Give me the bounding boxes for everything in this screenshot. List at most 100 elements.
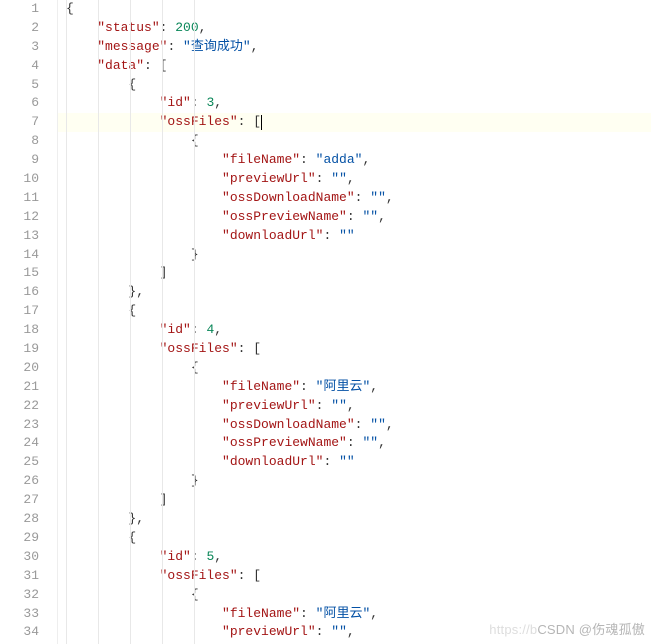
code-line[interactable]: "downloadUrl": "" [66,227,651,246]
line-number: 34 [0,623,39,642]
code-line[interactable]: "message": "查询成功", [66,38,651,57]
token-key: "previewUrl" [222,624,316,639]
token-ws [66,417,222,432]
code-line[interactable]: "ossPreviewName": "", [66,434,651,453]
code-line[interactable]: "ossFiles": [ [66,340,651,359]
token-str: "" [362,209,378,224]
code-line[interactable]: "previewUrl": "", [66,170,651,189]
token-key: "id" [160,549,191,564]
line-number: 8 [0,132,39,151]
token-punc: : [ [238,341,261,356]
token-punc: : [355,190,371,205]
code-line[interactable]: ] [66,491,651,510]
code-line[interactable]: "fileName": "adda", [66,151,651,170]
token-str: "" [331,398,347,413]
token-punc: , [378,209,386,224]
token-ws [66,549,160,564]
token-punc: , [370,379,378,394]
token-punc: : [ [238,568,261,583]
code-line[interactable]: "data": [ [66,57,651,76]
token-punc: , [347,398,355,413]
token-key: "data" [97,58,144,73]
code-line[interactable]: ] [66,264,651,283]
line-number: 29 [0,529,39,548]
token-punc: : [347,209,363,224]
token-punc: : [316,171,332,186]
token-punc: : [167,39,183,54]
token-punc: : [ [144,58,167,73]
code-line[interactable]: { [66,302,651,321]
line-number: 10 [0,170,39,189]
token-key: "status" [97,20,159,35]
code-line[interactable]: "id": 4, [66,321,651,340]
code-line[interactable]: "downloadUrl": "" [66,453,651,472]
line-number: 15 [0,264,39,283]
indent-guide [194,0,195,644]
token-punc: , [386,190,394,205]
code-line[interactable]: "status": 200, [66,19,651,38]
token-punc: : [323,454,339,469]
code-line[interactable]: "fileName": "阿里云", [66,378,651,397]
token-str: "" [339,228,355,243]
code-line[interactable]: "previewUrl": "", [66,397,651,416]
code-line[interactable]: "ossPreviewName": "", [66,208,651,227]
token-ws [66,265,160,280]
code-line[interactable]: "ossFiles": [ [66,567,651,586]
line-number: 7 [0,113,39,132]
line-number: 22 [0,397,39,416]
line-number-gutter: 1234567891011121314151617181920212223242… [0,0,58,644]
token-punc: , [214,549,222,564]
code-line[interactable]: }, [66,510,651,529]
code-editor[interactable]: 1234567891011121314151617181920212223242… [0,0,651,644]
token-punc: : [300,379,316,394]
line-number: 6 [0,94,39,113]
code-line[interactable]: "id": 3, [66,94,651,113]
token-str: "阿里云" [316,606,371,621]
code-line[interactable]: { [66,76,651,95]
token-ws [66,379,222,394]
line-number: 26 [0,472,39,491]
token-str: "阿里云" [316,379,371,394]
token-punc: , [347,171,355,186]
code-line[interactable]: { [66,529,651,548]
code-line[interactable]: { [66,586,651,605]
line-number: 20 [0,359,39,378]
token-ws [66,20,97,35]
code-line[interactable]: "ossDownloadName": "", [66,189,651,208]
line-number: 33 [0,605,39,624]
code-line[interactable]: "id": 5, [66,548,651,567]
token-ws [66,341,160,356]
token-punc: , [251,39,259,54]
code-line[interactable]: "ossDownloadName": "", [66,416,651,435]
line-number: 1 [0,0,39,19]
token-ws [66,39,97,54]
token-ws [66,114,160,129]
token-ws [66,454,222,469]
line-number: 32 [0,586,39,605]
token-ws [66,190,222,205]
code-area[interactable]: { "status": 200, "message": "查询成功", "dat… [58,0,651,644]
code-line[interactable]: { [66,0,651,19]
line-number: 27 [0,491,39,510]
token-ws [66,473,191,488]
token-str: "" [339,454,355,469]
token-key: "fileName" [222,379,300,394]
token-key: "ossPreviewName" [222,209,347,224]
token-punc: : [ [238,114,261,129]
line-number: 3 [0,38,39,57]
token-key: "ossFiles" [160,568,238,583]
token-key: "id" [160,95,191,110]
token-ws [66,209,222,224]
code-line[interactable]: { [66,359,651,378]
line-number: 11 [0,189,39,208]
token-str: "" [331,171,347,186]
line-number: 9 [0,151,39,170]
token-str: "" [331,624,347,639]
token-ws [66,435,222,450]
code-line[interactable]: } [66,246,651,265]
code-line[interactable]: } [66,472,651,491]
indent-guide [162,0,163,644]
code-line[interactable]: { [66,132,651,151]
code-line[interactable]: }, [66,283,651,302]
code-line[interactable]: "ossFiles": [ [58,113,651,132]
